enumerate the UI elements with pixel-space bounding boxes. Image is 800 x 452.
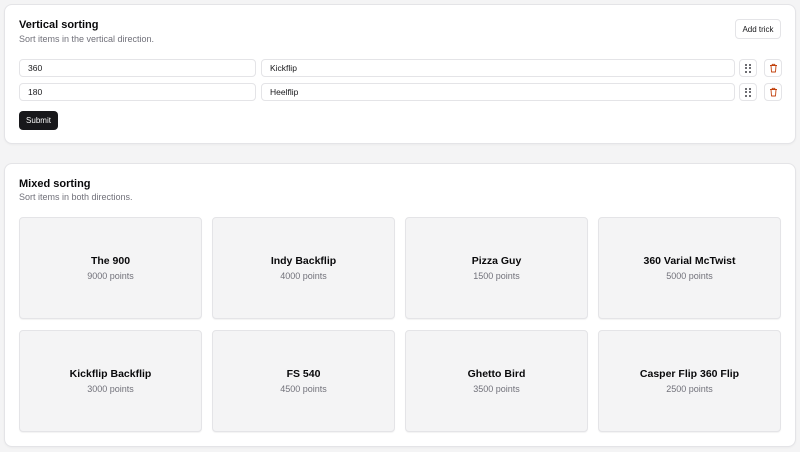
trick-tile[interactable]: 360 Varial McTwist 5000 points bbox=[598, 217, 781, 319]
trick-tile[interactable]: Ghetto Bird 3500 points bbox=[405, 330, 588, 432]
vertical-sorting-card: Vertical sorting Sort items in the verti… bbox=[4, 4, 796, 144]
tile-points: 4500 points bbox=[280, 384, 327, 394]
trash-icon bbox=[769, 63, 777, 73]
tile-points: 3500 points bbox=[473, 384, 520, 394]
tile-name: FS 540 bbox=[286, 368, 321, 380]
trick-tile[interactable]: The 900 9000 points bbox=[19, 217, 202, 319]
tile-name: Pizza Guy bbox=[471, 255, 522, 267]
grip-vertical-icon bbox=[745, 87, 751, 97]
trick-tile[interactable]: Indy Backflip 4000 points bbox=[212, 217, 395, 319]
grip-vertical-icon bbox=[745, 63, 751, 73]
trick-tile[interactable]: Casper Flip 360 Flip 2500 points bbox=[598, 330, 781, 432]
tile-name: Kickflip Backflip bbox=[69, 368, 152, 380]
tile-points: 4000 points bbox=[280, 271, 327, 281]
drag-handle[interactable] bbox=[739, 59, 757, 77]
tile-name: Indy Backflip bbox=[270, 255, 337, 267]
tile-name: The 900 bbox=[90, 255, 131, 267]
vertical-sorting-title: Vertical sorting bbox=[19, 19, 99, 31]
trick-tile[interactable]: Kickflip Backflip 3000 points bbox=[19, 330, 202, 432]
mixed-sorting-title: Mixed sorting bbox=[19, 178, 91, 190]
add-trick-button[interactable]: Add trick bbox=[735, 19, 781, 39]
drag-handle[interactable] bbox=[739, 83, 757, 101]
tile-points: 3000 points bbox=[87, 384, 134, 394]
tile-points: 5000 points bbox=[666, 271, 713, 281]
tile-name: Casper Flip 360 Flip bbox=[639, 368, 740, 380]
trick-tile[interactable]: FS 540 4500 points bbox=[212, 330, 395, 432]
tile-points: 1500 points bbox=[473, 271, 520, 281]
submit-button[interactable]: Submit bbox=[19, 111, 58, 130]
points-input[interactable]: 360 bbox=[19, 59, 256, 77]
trick-name-input[interactable]: Kickflip bbox=[261, 59, 735, 77]
trick-name-input[interactable]: Heelflip bbox=[261, 83, 735, 101]
tile-name: 360 Varial McTwist bbox=[643, 255, 736, 267]
mixed-sorting-card: Mixed sorting Sort items in both directi… bbox=[4, 163, 796, 447]
tile-points: 2500 points bbox=[666, 384, 713, 394]
mixed-sorting-description: Sort items in both directions. bbox=[19, 192, 133, 202]
vertical-sorting-description: Sort items in the vertical direction. bbox=[19, 34, 155, 44]
trick-tile[interactable]: Pizza Guy 1500 points bbox=[405, 217, 588, 319]
tile-points: 9000 points bbox=[87, 271, 134, 281]
points-input[interactable]: 180 bbox=[19, 83, 256, 101]
trash-icon bbox=[769, 87, 777, 97]
delete-trick-button[interactable] bbox=[764, 59, 782, 77]
tile-name: Ghetto Bird bbox=[467, 368, 526, 380]
delete-trick-button[interactable] bbox=[764, 83, 782, 101]
